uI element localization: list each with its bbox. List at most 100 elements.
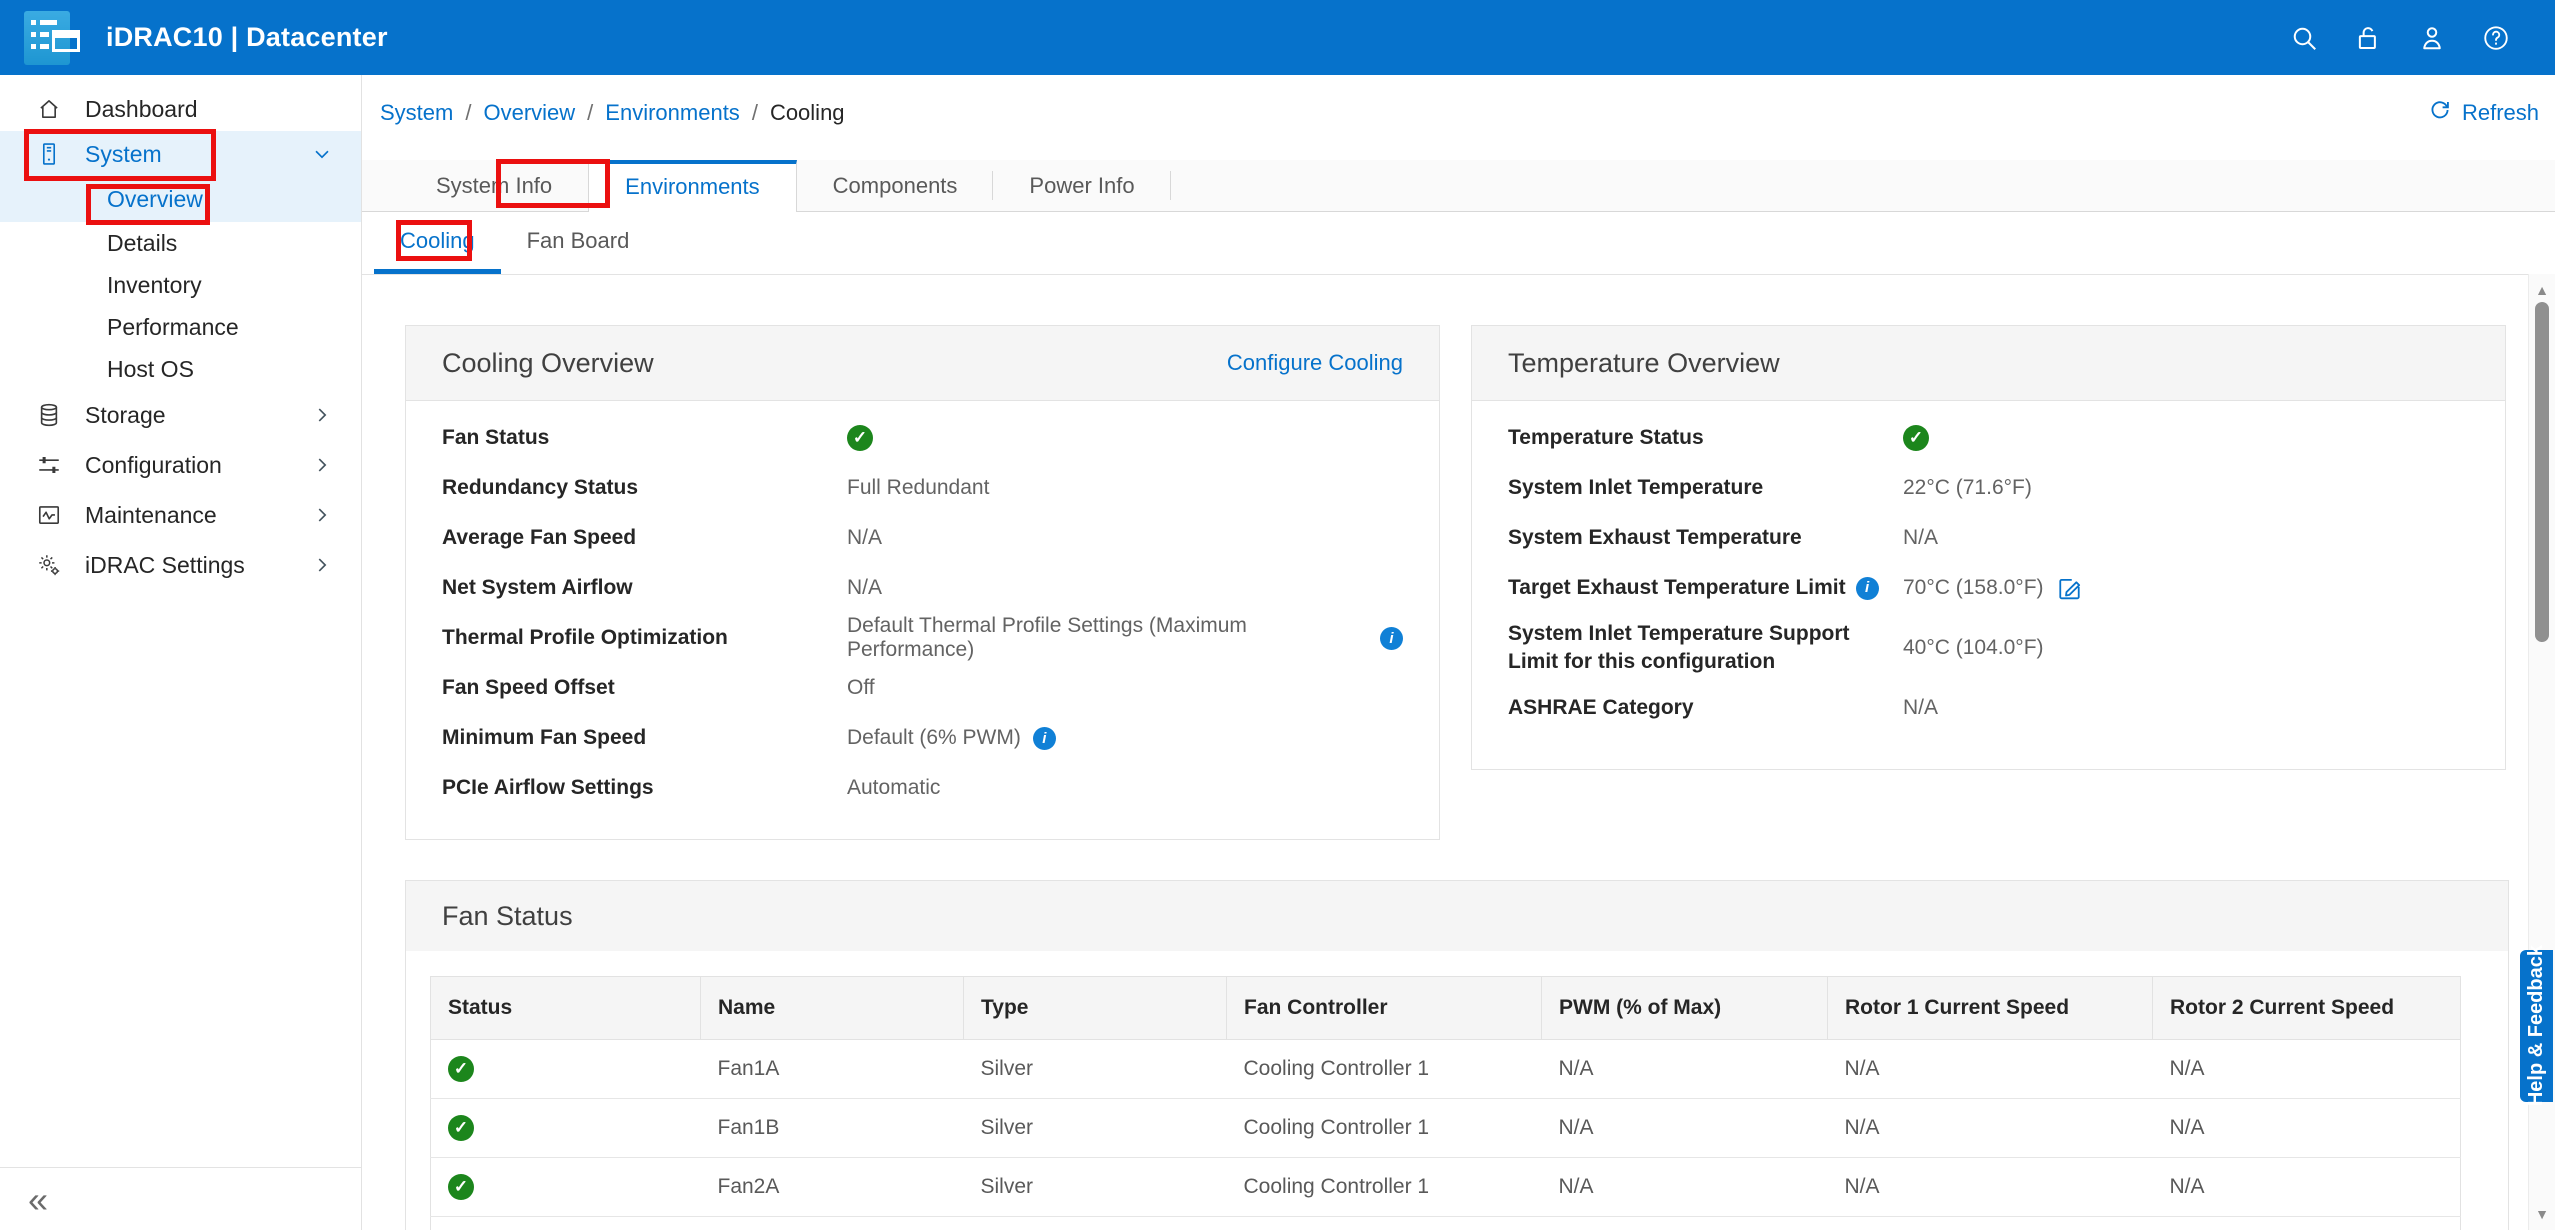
column-header-pwm-of-max: PWM (% of Max) <box>1542 977 1828 1040</box>
tab-power-info[interactable]: Power Info <box>993 160 1170 211</box>
fan-rotor2-speed: N/A <box>2153 1158 2461 1217</box>
collapse-sidebar-icon[interactable]: « <box>28 1182 48 1218</box>
sidebar-item-label: iDRAC Settings <box>85 552 245 579</box>
fan-controller: Cooling Controller 1 <box>1227 1040 1542 1099</box>
breadcrumb-link-overview[interactable]: Overview <box>483 100 575 126</box>
sidebar-item-label: Configuration <box>85 452 222 479</box>
fan-name: Fan1A <box>701 1040 964 1099</box>
sidebar-item-storage[interactable]: Storage <box>0 390 361 440</box>
sidebar-item-details[interactable]: Details <box>0 222 361 264</box>
row-fan-speed-offset: Fan Speed OffsetOff <box>442 663 1403 713</box>
scrollbar-up-arrow[interactable]: ▲ <box>2529 282 2555 298</box>
breadcrumb-link-environments[interactable]: Environments <box>605 100 740 126</box>
column-header-status: Status <box>431 977 701 1040</box>
field-label: Fan Status <box>442 426 847 450</box>
field-label: Fan Speed Offset <box>442 676 847 700</box>
field-label: System Inlet Temperature Support Limit f… <box>1508 620 1903 676</box>
idrac-logo[interactable] <box>24 11 70 65</box>
sidebar-item-system[interactable]: System <box>0 131 361 177</box>
tab-system-info[interactable]: System Info <box>400 160 588 211</box>
help-feedback-tab[interactable]: Help & Feedback <box>2520 950 2553 1102</box>
scrollbar-down-arrow[interactable]: ▼ <box>2529 1206 2555 1222</box>
edit-icon[interactable] <box>2056 575 2083 602</box>
gears-icon <box>36 552 62 578</box>
sidebar-item-performance[interactable]: Performance <box>0 306 361 348</box>
fan-row-fan1a: ✓ Fan1A Silver Cooling Controller 1 N/A … <box>431 1040 2461 1099</box>
chevron-right-icon <box>311 454 333 476</box>
breadcrumb-separator: / <box>587 100 593 126</box>
search-icon[interactable] <box>2289 23 2319 53</box>
fan-controller: Cooling Controller 1 <box>1227 1158 1542 1217</box>
scrollbar-thumb[interactable] <box>2535 302 2549 642</box>
refresh-button[interactable]: Refresh <box>2427 97 2539 129</box>
row-fan-status: Fan Status✓ <box>442 413 1403 463</box>
sidebar-item-dashboard[interactable]: Dashboard <box>0 87 361 131</box>
fan-type: Silver <box>964 1158 1227 1217</box>
help-icon[interactable] <box>2481 23 2511 53</box>
status-ok-icon: ✓ <box>448 1174 474 1200</box>
subtab-cooling[interactable]: Cooling <box>374 212 501 274</box>
fan-controller: Cooling Controller 1 <box>1227 1099 1542 1158</box>
chevron-right-icon <box>311 504 333 526</box>
fan-pwm: N/A <box>1542 1040 1828 1099</box>
field-label: Temperature Status <box>1508 424 1903 452</box>
info-icon[interactable]: i <box>1856 577 1879 600</box>
fan-pwm: N/A <box>1542 1158 1828 1217</box>
field-value: N/A <box>847 526 882 550</box>
temperature-overview-header: Temperature Overview <box>1472 326 2505 401</box>
field-value: 40°C (104.0°F) <box>1903 636 2044 660</box>
subtab-fan-board[interactable]: Fan Board <box>501 212 656 274</box>
sidebar-item-configuration[interactable]: Configuration <box>0 440 361 490</box>
refresh-label: Refresh <box>2462 100 2539 126</box>
field-label: System Exhaust Temperature <box>1508 524 1903 552</box>
field-value: Automatic <box>847 776 940 800</box>
sidebar-item-label: Dashboard <box>85 96 198 123</box>
sidebar-item-idrac-settings[interactable]: iDRAC Settings <box>0 540 361 590</box>
row-system-inlet-temperature: System Inlet Temperature22°C (71.6°F) <box>1508 463 2469 513</box>
storage-icon <box>36 402 62 428</box>
tab-components[interactable]: Components <box>797 160 994 211</box>
scroll-area: Cooling Overview Configure Cooling Fan S… <box>362 275 2555 1230</box>
sidebar-item-overview[interactable]: Overview <box>0 177 361 222</box>
field-value: N/A <box>1903 696 1938 720</box>
cooling-overview-header: Cooling Overview Configure Cooling <box>406 326 1439 401</box>
breadcrumb-link-system[interactable]: System <box>380 100 453 126</box>
row-ashrae-category: ASHRAE CategoryN/A <box>1508 683 2469 733</box>
row-redundancy-status: Redundancy StatusFull Redundant <box>442 463 1403 513</box>
field-value: Default Thermal Profile Settings (Maximu… <box>847 614 1368 662</box>
configure-cooling-link[interactable]: Configure Cooling <box>1227 350 1403 376</box>
sidebar-item-host-os[interactable]: Host OS <box>0 348 361 390</box>
field-label: Redundancy Status <box>442 476 847 500</box>
sidebar-item-label: Maintenance <box>85 502 217 529</box>
cooling-overview-card: Cooling Overview Configure Cooling Fan S… <box>405 325 1440 840</box>
fan-rotor1-speed: N/A <box>1828 1099 2153 1158</box>
info-icon[interactable]: i <box>1380 627 1403 650</box>
sidebar-item-inventory[interactable]: Inventory <box>0 264 361 306</box>
fan-name: Fan1B <box>701 1099 964 1158</box>
lock-open-icon[interactable] <box>2353 23 2383 53</box>
row-net-system-airflow: Net System AirflowN/A <box>442 563 1403 613</box>
field-value: 22°C (71.6°F) <box>1903 476 2032 500</box>
row-pcie-airflow-settings: PCIe Airflow SettingsAutomatic <box>442 763 1403 813</box>
fan-rotor1-speed: N/A <box>1828 1158 2153 1217</box>
field-value: Full Redundant <box>847 476 989 500</box>
chevron-right-icon <box>311 404 333 426</box>
home-icon <box>36 96 62 122</box>
field-label: System Inlet Temperature <box>1508 474 1903 502</box>
row-minimum-fan-speed: Minimum Fan SpeedDefault (6% PWM)i <box>442 713 1403 763</box>
fan-row-fan2a: ✓ Fan2A Silver Cooling Controller 1 N/A … <box>431 1158 2461 1217</box>
field-label: PCIe Airflow Settings <box>442 776 847 800</box>
breadcrumb: System /Overview /Environments /Cooling <box>380 100 845 126</box>
fan-row-partial <box>431 1217 2461 1230</box>
column-header-name: Name <box>701 977 964 1040</box>
table-header-row: StatusNameTypeFan ControllerPWM (% of Ma… <box>431 977 2461 1040</box>
user-icon[interactable] <box>2417 23 2447 53</box>
column-header-rotor-2-current-speed: Rotor 2 Current Speed <box>2153 977 2461 1040</box>
info-icon[interactable]: i <box>1033 727 1056 750</box>
field-label: Target Exhaust Temperature Limiti <box>1508 574 1903 602</box>
tab-environments[interactable]: Environments <box>588 160 797 212</box>
sidebar-divider <box>0 1167 361 1168</box>
chevron-down-icon <box>311 143 333 165</box>
sidebar-item-maintenance[interactable]: Maintenance <box>0 490 361 540</box>
fan-rotor2-speed: N/A <box>2153 1040 2461 1099</box>
